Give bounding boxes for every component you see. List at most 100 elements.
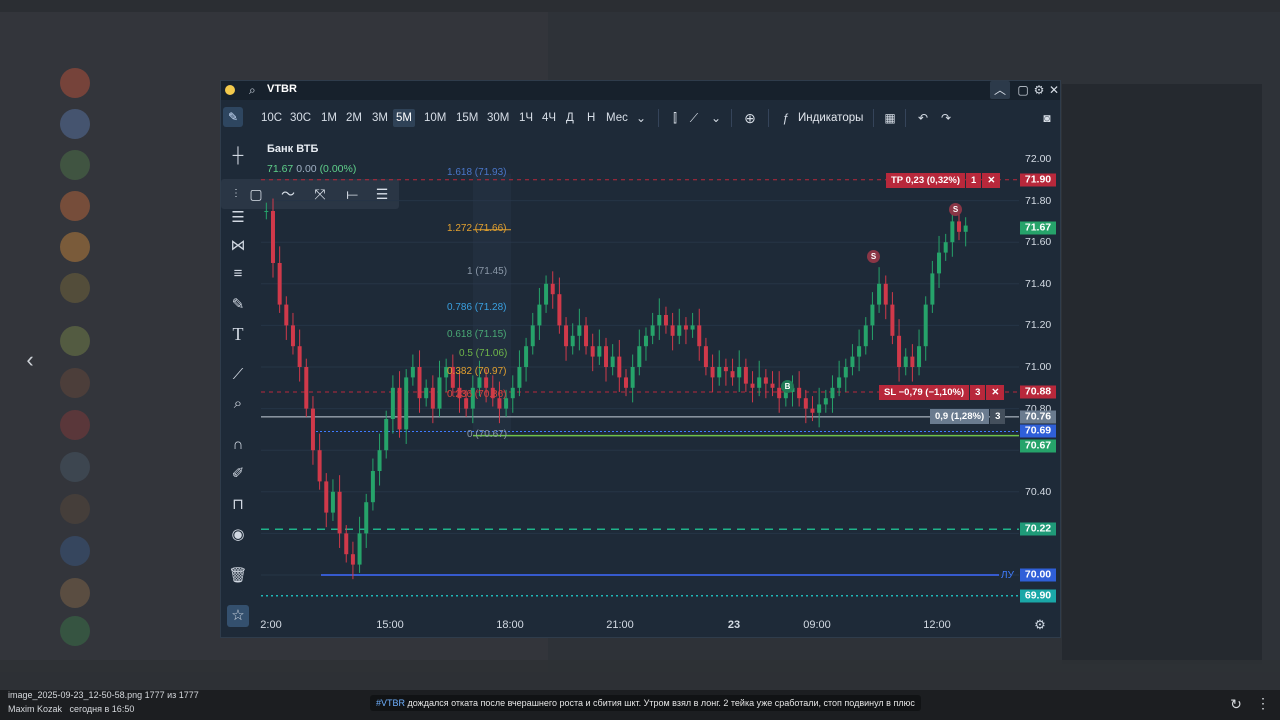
maximize-icon[interactable]: ▢	[1015, 81, 1031, 99]
settings-icon[interactable]: ⚙	[1032, 616, 1048, 634]
fib-level-label: 1.272 (71.66)	[447, 222, 507, 234]
text-icon[interactable]: T	[227, 323, 249, 345]
bull-candle	[264, 211, 269, 212]
author-name[interactable]: Maxim Kozak	[8, 704, 62, 714]
pencil-icon[interactable]: ✎	[223, 107, 243, 127]
time-tick: 09:00	[803, 619, 831, 631]
image-caption: #VTBR дождался отката после вчерашнего р…	[370, 695, 921, 711]
chevron-down-icon[interactable]: ⌄	[710, 109, 722, 127]
drag-handle-icon[interactable]: ⋮	[225, 184, 247, 204]
tf-4h[interactable]: 4Ч	[539, 109, 559, 127]
bull-candle	[963, 225, 968, 232]
channel-icon[interactable]: ≡	[227, 263, 249, 285]
bull-candle	[757, 377, 762, 388]
trash-icon[interactable]: 🗑	[227, 565, 249, 587]
more-icon[interactable]: ⋮	[1256, 694, 1270, 712]
tf-15m[interactable]: 15М	[453, 109, 481, 127]
gear-icon[interactable]: ⚙	[1031, 81, 1047, 99]
price-tick: 71.40	[1025, 277, 1052, 290]
avatar	[60, 191, 90, 221]
link-color-dot-icon[interactable]	[225, 85, 235, 95]
fib-level-label: 0.382 (70.97)	[447, 366, 507, 378]
chevron-down-icon[interactable]: ⌄	[635, 109, 647, 127]
tf-10m[interactable]: 10М	[421, 109, 449, 127]
bull-candle	[637, 346, 642, 367]
avatar	[60, 68, 90, 98]
crosshair-icon[interactable]: ┼	[227, 145, 249, 167]
previous-image-chevron-icon[interactable]: ‹	[20, 348, 40, 372]
eye-icon[interactable]: ◉	[227, 524, 249, 546]
bear-candle	[770, 383, 775, 388]
magnet-icon[interactable]: ∩	[227, 434, 249, 456]
close-icon[interactable]: ✕	[986, 385, 1005, 400]
bear-candle	[703, 346, 708, 367]
avatar	[60, 494, 90, 524]
bull-candle	[364, 502, 369, 534]
brush-icon[interactable]: ✎	[227, 294, 249, 316]
tf-1m[interactable]: 1М	[318, 109, 340, 127]
bull-candle	[917, 346, 922, 367]
stop-loss-tag[interactable]: SL −0,79 (−1,10%) 3 ✕	[879, 385, 1005, 400]
lines-icon[interactable]: ☰	[227, 207, 249, 229]
price-axis[interactable]: 72.00 71.80 71.60 71.40 71.20 71.00 70.80 70.40…	[1019, 137, 1061, 622]
undo-icon[interactable]: ↶	[915, 109, 931, 127]
rotate-icon[interactable]: ↻	[1228, 696, 1244, 712]
tf-30m[interactable]: 30М	[484, 109, 512, 127]
redo-icon[interactable]: ↷	[938, 109, 954, 127]
bull-candle	[530, 325, 535, 347]
pencil-lock-icon[interactable]: ✐	[227, 463, 249, 485]
background-taskbar	[0, 660, 1280, 690]
tf-week[interactable]: Н	[584, 109, 598, 127]
bull-candle	[357, 533, 362, 565]
search-icon[interactable]: ⌕	[249, 82, 263, 98]
tf-2m[interactable]: 2М	[343, 109, 365, 127]
ruler-icon[interactable]: ⟋	[227, 364, 249, 386]
bull-candle	[524, 346, 529, 367]
add-circle-icon[interactable]: ⊕	[741, 109, 759, 127]
close-icon[interactable]: ✕	[982, 173, 1001, 188]
avatar	[60, 109, 90, 139]
tf-5m[interactable]: 5М	[393, 109, 415, 127]
sell-marker[interactable]: S	[949, 203, 962, 216]
lock-icon[interactable]: ⊓	[227, 494, 249, 516]
level-label: ЛУ	[1001, 570, 1014, 581]
bear-candle	[723, 367, 728, 372]
avatar	[60, 410, 90, 440]
tf-month[interactable]: Мес	[603, 109, 631, 127]
avatar	[60, 578, 90, 608]
price-tick: 71.20	[1025, 319, 1052, 332]
tf-day[interactable]: Д	[563, 109, 577, 127]
avatar	[60, 150, 90, 180]
tf-1h[interactable]: 1Ч	[516, 109, 536, 127]
star-icon[interactable]: ☆	[227, 605, 249, 627]
time-axis[interactable]: 2:00 15:00 18:00 21:00 23 09:00 12:00	[260, 616, 1019, 636]
bear-candle	[277, 263, 282, 305]
price-chart[interactable]	[261, 137, 1019, 622]
buy-marker[interactable]: B	[781, 380, 794, 393]
bear-candle	[317, 450, 322, 482]
function-icon[interactable]: ƒ	[778, 109, 794, 127]
tf-3m[interactable]: 3М	[369, 109, 391, 127]
bull-candle	[437, 377, 442, 409]
tp-qty: 1	[966, 173, 982, 188]
price-tag: 70.69	[1020, 424, 1056, 438]
candles-icon[interactable]: ⫿	[667, 109, 683, 127]
layout-grid-icon[interactable]: ▦	[882, 109, 898, 127]
zoom-icon[interactable]: ⌕	[227, 393, 249, 415]
indicators-button[interactable]: Индикаторы	[798, 109, 863, 127]
chevron-up-icon[interactable]: ︿	[990, 81, 1010, 99]
take-profit-tag[interactable]: TP 0,23 (0,32%) 1 ✕	[886, 173, 1001, 188]
bear-candle	[397, 387, 402, 430]
toolbar-divider	[905, 109, 906, 127]
chart-type-icon[interactable]: ⟋	[686, 109, 702, 127]
bull-candle	[577, 325, 582, 336]
pattern-icon[interactable]: ⋈	[227, 235, 249, 257]
tf-30s[interactable]: 30С	[287, 109, 314, 127]
tf-10s[interactable]: 10С	[258, 109, 285, 127]
hashtag-link[interactable]: #VTBR	[376, 698, 405, 708]
sell-marker[interactable]: S	[867, 250, 880, 263]
close-icon[interactable]: ✕	[1046, 81, 1062, 99]
symbol-label[interactable]: VTBR	[267, 83, 297, 95]
position-tag[interactable]: 0,9 (1,28%) 3	[930, 409, 1006, 424]
camera-icon[interactable]: ◙	[1038, 109, 1056, 127]
